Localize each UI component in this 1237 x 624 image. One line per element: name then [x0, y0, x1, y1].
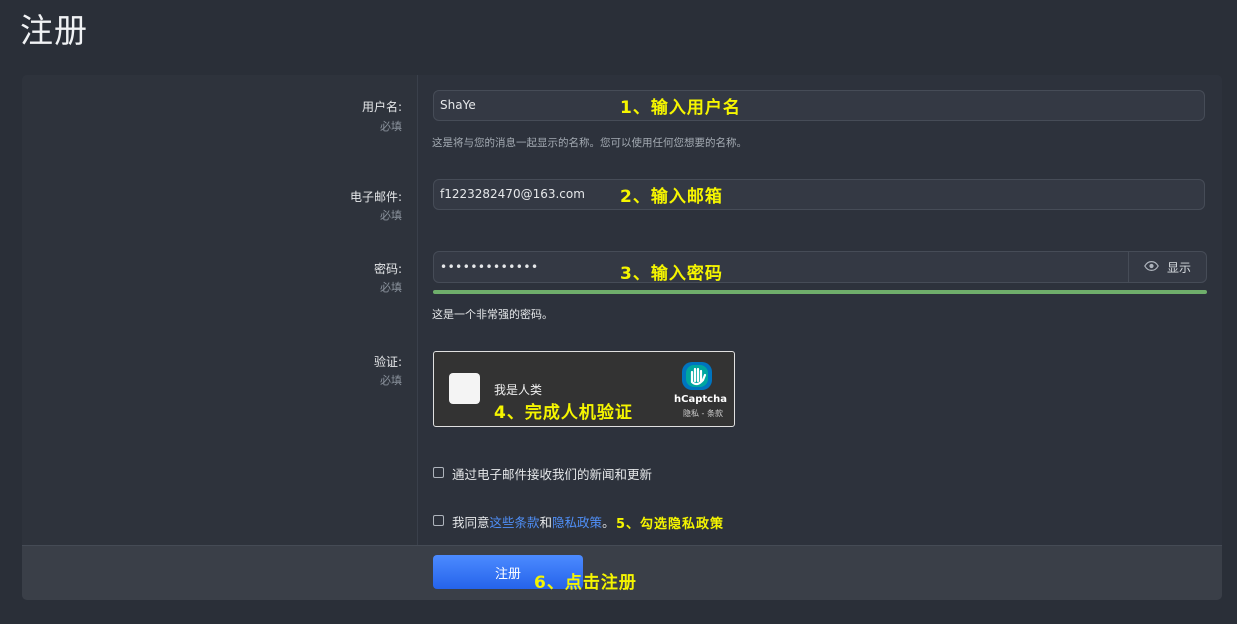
annotation-step-5: 5、勾选隐私政策	[616, 517, 725, 532]
annotation-step-4: 4、完成人机验证	[494, 403, 633, 423]
email-label: 电子邮件:	[349, 190, 402, 204]
hcaptcha-logo-icon	[680, 360, 714, 396]
captcha-label: 验证:	[373, 355, 402, 369]
annotation-step-2: 2、输入邮箱	[620, 187, 723, 207]
password-input[interactable]: •••••••••••••	[440, 252, 539, 282]
label-column	[22, 75, 418, 545]
show-password-button[interactable]: 显示	[1128, 252, 1206, 282]
email-input[interactable]: f1223282470@163.com	[433, 179, 1205, 210]
password-strength-text: 这是一个非常强的密码。	[432, 308, 553, 321]
hcaptcha-links[interactable]: 隐私 - 条款	[683, 408, 723, 419]
password-label: 密码:	[373, 262, 402, 276]
registration-panel: 用户名: 必填 ShaYe 这是将与您的消息一起显示的名称。您可以使用任何您想要…	[22, 75, 1222, 600]
terms-link[interactable]: 这些条款	[490, 515, 540, 530]
password-strength-meter	[433, 290, 1207, 294]
annotation-step-3: 3、输入密码	[620, 264, 723, 284]
eye-icon	[1144, 260, 1159, 274]
username-hint: 这是将与您的消息一起显示的名称。您可以使用任何您想要的名称。	[432, 137, 747, 149]
agree-suffix: 。	[602, 515, 615, 530]
hcaptcha-brand: hCaptcha	[674, 394, 727, 405]
username-required: 必填	[380, 120, 402, 133]
newsletter-checkbox[interactable]	[433, 467, 444, 478]
email-required: 必填	[380, 209, 402, 222]
hcaptcha-widget: 我是人类 hCaptcha 隐私 - 条款 4、完成人机验证	[433, 351, 735, 427]
password-strength-fill	[433, 290, 1207, 294]
newsletter-label: 通过电子邮件接收我们的新闻和更新	[452, 467, 653, 482]
username-label: 用户名:	[361, 100, 402, 114]
agree-text: 我同意这些条款和隐私政策。	[452, 512, 615, 531]
privacy-policy-link[interactable]: 隐私政策	[552, 515, 602, 530]
annotation-step-1: 1、输入用户名	[620, 98, 741, 118]
annotation-step-6: 6、点击注册	[534, 573, 637, 593]
captcha-checkbox[interactable]	[449, 373, 480, 404]
page-title: 注册	[20, 11, 88, 50]
agree-checkbox[interactable]	[433, 515, 444, 526]
password-required: 必填	[380, 281, 402, 294]
agree-prefix: 我同意	[452, 515, 490, 530]
show-password-label: 显示	[1166, 260, 1191, 275]
password-field[interactable]: ••••••••••••• 显示	[433, 251, 1207, 283]
username-input[interactable]: ShaYe	[433, 90, 1205, 121]
captcha-required: 必填	[380, 374, 402, 387]
captcha-checkbox-label: 我是人类	[494, 383, 543, 397]
agree-middle: 和	[539, 515, 553, 530]
